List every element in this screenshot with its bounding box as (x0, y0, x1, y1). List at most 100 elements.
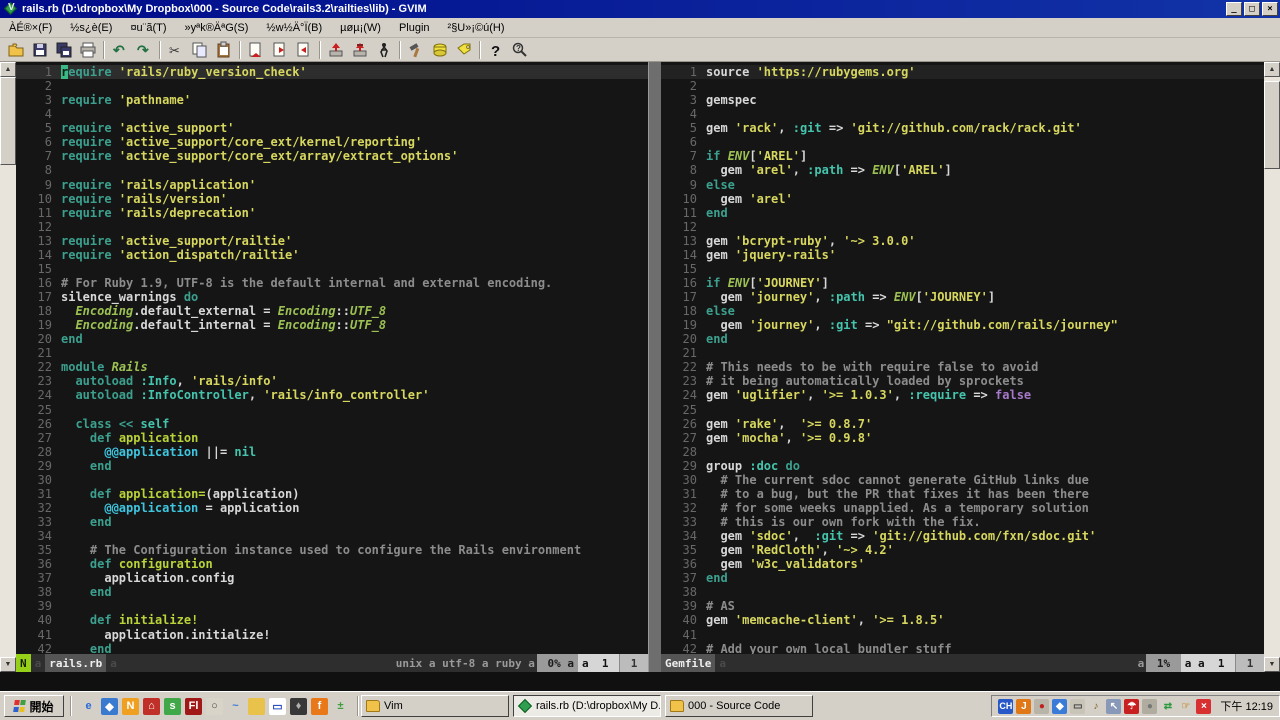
code-line[interactable]: 7 if ENV['AREL'] (661, 149, 1264, 163)
window-icon[interactable]: ▭ (269, 697, 286, 715)
flash-icon[interactable]: Fl (185, 697, 202, 715)
toolbar-find-help-button[interactable]: ? (508, 39, 532, 60)
code-line[interactable]: 17 gem 'journey', :path => ENV['JOURNEY'… (661, 290, 1264, 304)
code-line[interactable]: 32 @@application = application (16, 501, 648, 515)
toolbar-redo-button[interactable]: ↷ (132, 39, 156, 60)
code-line[interactable]: 16 # For Ruby 1.9, UTF-8 is the default i… (16, 276, 648, 290)
orange-n-icon[interactable]: N (122, 697, 139, 715)
task-button-0[interactable]: Vim (361, 695, 509, 717)
code-line[interactable]: 23 # it being automatically loaded by spr… (661, 374, 1264, 388)
toolbar-run-script-button[interactable] (372, 39, 396, 60)
code-line[interactable]: 15 (16, 262, 648, 276)
left-scrollbar-thumb[interactable] (0, 77, 16, 165)
disabled-icon[interactable]: ● (1142, 698, 1158, 714)
code-line[interactable]: 41 (661, 628, 1264, 642)
code-line[interactable]: 38 (661, 585, 1264, 599)
left-scrollbar-track[interactable] (0, 77, 16, 657)
minimize-button[interactable]: _ (1226, 2, 1242, 16)
code-line[interactable]: 37 application.config (16, 571, 648, 585)
code-line[interactable]: 34 (16, 529, 648, 543)
home-icon[interactable]: ⌂ (143, 697, 160, 715)
code-line[interactable]: 39 (16, 599, 648, 613)
start-button[interactable]: 開始 (4, 695, 64, 717)
menu-item-1[interactable]: ½s¿è(E) (61, 20, 121, 36)
code-line[interactable]: 32 # for some weeks unapplied. As a temp… (661, 501, 1264, 515)
code-area-right[interactable]: 1 source 'https://rubygems.org' 2 3 gemspec 4… (661, 62, 1264, 654)
utility-icon[interactable]: ↖ (1106, 698, 1122, 714)
toolbar-replace-button[interactable] (244, 39, 268, 60)
dropbox-icon[interactable]: ◆ (1052, 698, 1068, 714)
code-line[interactable]: 9 require 'rails/application' (16, 178, 648, 192)
toolbar-undo-button[interactable]: ↶ (108, 39, 132, 60)
code-line[interactable]: 25 (16, 403, 648, 417)
sync-icon[interactable]: ~ (227, 698, 244, 715)
code-line[interactable]: 24 gem 'uglifier', '>= 1.0.3', :require =… (661, 388, 1264, 402)
language-indicator[interactable]: CH (998, 698, 1014, 714)
toolbar-cut-button[interactable]: ✂ (164, 39, 188, 60)
code-line[interactable]: 21 (16, 346, 648, 360)
toolbar-open-file-button[interactable] (4, 39, 28, 60)
code-line[interactable]: 13 gem 'bcrypt-ruby', '~> 3.0.0' (661, 234, 1264, 248)
code-line[interactable]: 4 (16, 107, 648, 121)
code-line[interactable]: 11 require 'rails/deprecation' (16, 206, 648, 220)
code-line[interactable]: 22 module Rails (16, 360, 648, 374)
right-scrollbar[interactable]: ▲ ▼ (1264, 62, 1280, 672)
toolbar-paste-button[interactable] (212, 39, 236, 60)
toolbar-find-prev-button[interactable] (292, 39, 316, 60)
code-line[interactable]: 13 require 'active_support/railtie' (16, 234, 648, 248)
code-line[interactable]: 10 gem 'arel' (661, 192, 1264, 206)
code-line[interactable]: 19 gem 'journey', :git => "git://github.… (661, 318, 1264, 332)
code-line[interactable]: 20 end (16, 332, 648, 346)
code-area-left[interactable]: 1 require 'rails/ruby_version_check' 2 3 req… (16, 62, 648, 654)
menu-item-5[interactable]: µøµ¡(W) (331, 20, 390, 36)
code-line[interactable]: 12 (661, 220, 1264, 234)
code-line[interactable]: 25 (661, 403, 1264, 417)
code-line[interactable]: 27 gem 'mocha', '>= 0.9.8' (661, 431, 1264, 445)
code-line[interactable]: 5 require 'active_support' (16, 121, 648, 135)
media-player-icon[interactable]: ♦ (290, 697, 307, 715)
code-line[interactable]: 10 require 'rails/version' (16, 192, 648, 206)
code-line[interactable]: 20 end (661, 332, 1264, 346)
app-s-icon[interactable]: s (164, 697, 181, 715)
code-line[interactable]: 42 # Add your own local bundler stuff (661, 642, 1264, 654)
vim-command-line[interactable] (0, 672, 1280, 691)
code-line[interactable]: 28 (661, 445, 1264, 459)
code-line[interactable]: 40 gem 'memcache-client', '>= 1.8.5' (661, 613, 1264, 627)
toolbar-print-button[interactable] (76, 39, 100, 60)
code-line[interactable]: 18 Encoding.default_external = Encoding:… (16, 304, 648, 318)
blue-app-icon[interactable]: ◆ (101, 697, 118, 715)
close-button[interactable]: × (1262, 2, 1278, 16)
code-line[interactable]: 29 group :doc do (661, 459, 1264, 473)
code-line[interactable]: 26 class << self (16, 417, 648, 431)
code-line[interactable]: 14 gem 'jquery-rails' (661, 248, 1264, 262)
task-button-1[interactable]: rails.rb (D:\dropbox\My D... (513, 695, 661, 717)
split-divider[interactable] (648, 62, 661, 672)
code-line[interactable]: 4 (661, 107, 1264, 121)
task-button-2[interactable]: 000 - Source Code (665, 695, 813, 717)
code-line[interactable]: 19 Encoding.default_internal = Encoding:… (16, 318, 648, 332)
menu-item-4[interactable]: ½w½Ä°Ï(B) (257, 20, 331, 36)
code-line[interactable]: 8 gem 'arel', :path => ENV['AREL'] (661, 163, 1264, 177)
code-line[interactable]: 26 gem 'rake', '>= 0.8.7' (661, 417, 1264, 431)
code-line[interactable]: 31 # to a bug, but the PR that fixes it … (661, 487, 1264, 501)
menu-item-7[interactable]: ²§U»¡©ú(H) (439, 20, 514, 36)
code-line[interactable]: 15 (661, 262, 1264, 276)
toolbar-help-button[interactable]: ? (484, 39, 508, 60)
code-line[interactable]: 18 else (661, 304, 1264, 318)
toolbar-tag-jump-button[interactable] (452, 39, 476, 60)
menu-item-2[interactable]: ¤u¨ã(T) (121, 20, 175, 36)
ie-icon[interactable]: e (80, 698, 97, 715)
right-scrollbar-thumb[interactable] (1264, 81, 1280, 169)
remove-hw-icon[interactable]: ⇄ (1160, 699, 1175, 714)
toolbar-save-file-button[interactable] (28, 39, 52, 60)
right-scrollbar-track[interactable] (1264, 77, 1280, 657)
menu-item-3[interactable]: »yªk®ÄªG(S) (176, 20, 258, 36)
code-line[interactable]: 11 end (661, 206, 1264, 220)
code-line[interactable]: 30 # The current sdoc cannot generate Gi… (661, 473, 1264, 487)
code-line[interactable]: 40 def initialize! (16, 613, 648, 627)
code-line[interactable]: 1 source 'https://rubygems.org' (661, 65, 1264, 80)
java-update-icon[interactable]: J (1016, 698, 1032, 714)
code-line[interactable]: 21 (661, 346, 1264, 360)
code-line[interactable]: 9 else (661, 178, 1264, 192)
code-line[interactable]: 16 if ENV['JOURNEY'] (661, 276, 1264, 290)
